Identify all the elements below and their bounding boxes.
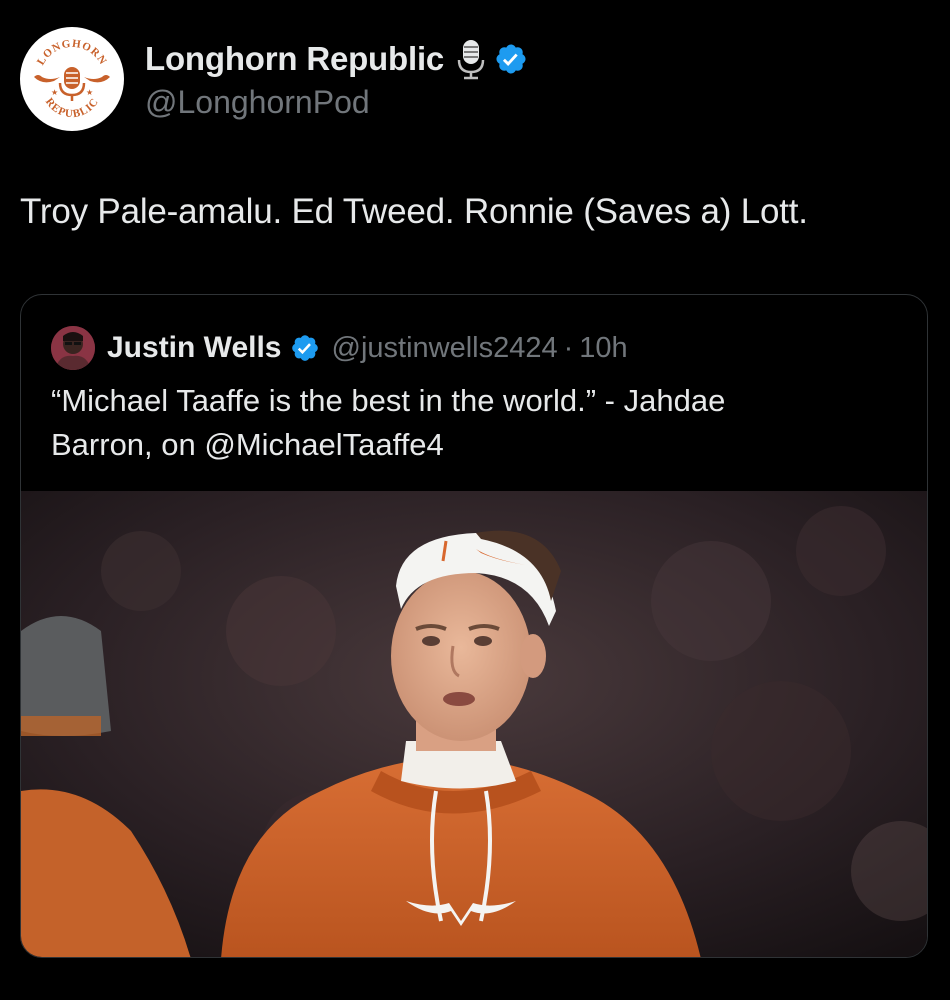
svg-text:★: ★ xyxy=(86,88,93,97)
longhorn-republic-logo: LONGHORN REPUBLIC ★ ★ xyxy=(22,29,122,129)
author-display-name[interactable]: Longhorn Republic xyxy=(145,40,444,78)
quoted-tweet-text-line: “Michael Taaffe is the best in the world… xyxy=(51,383,726,418)
author-avatar[interactable]: LONGHORN REPUBLIC ★ ★ xyxy=(20,27,124,131)
author-handle[interactable]: @LonghornPod xyxy=(145,84,528,121)
tweet-text: Troy Pale-amalu. Ed Tweed. Ronnie (Saves… xyxy=(20,192,808,231)
quoted-tweet-text: “Michael Taaffe is the best in the world… xyxy=(51,379,901,467)
player-photo xyxy=(21,491,927,957)
verified-badge-icon xyxy=(290,333,320,363)
microphone-icon xyxy=(456,38,486,80)
verified-badge-icon[interactable] xyxy=(494,42,528,76)
quoted-author-avatar[interactable] xyxy=(51,326,95,370)
quoted-author-display-name[interactable]: Justin Wells xyxy=(107,331,282,365)
separator-dot: · xyxy=(563,331,574,364)
svg-text:★: ★ xyxy=(51,88,58,97)
user-avatar-icon xyxy=(51,326,95,370)
author-name-row: Longhorn Republic xyxy=(145,36,528,82)
quoted-tweet-photo[interactable] xyxy=(21,491,927,957)
quoted-author-handle[interactable]: @justinwells2424 xyxy=(332,332,558,365)
quoted-tweet-timestamp[interactable]: 10h xyxy=(579,332,627,365)
author-header: Longhorn Republic @LonghornPod xyxy=(145,36,528,121)
quoted-tweet-text-line: Barron, on @MichaelTaaffe4 xyxy=(51,427,444,462)
quoted-tweet-header: Justin Wells @justinwells2424 · 10h xyxy=(51,325,628,371)
quoted-tweet-card[interactable]: Justin Wells @justinwells2424 · 10h “Mic… xyxy=(20,294,928,958)
